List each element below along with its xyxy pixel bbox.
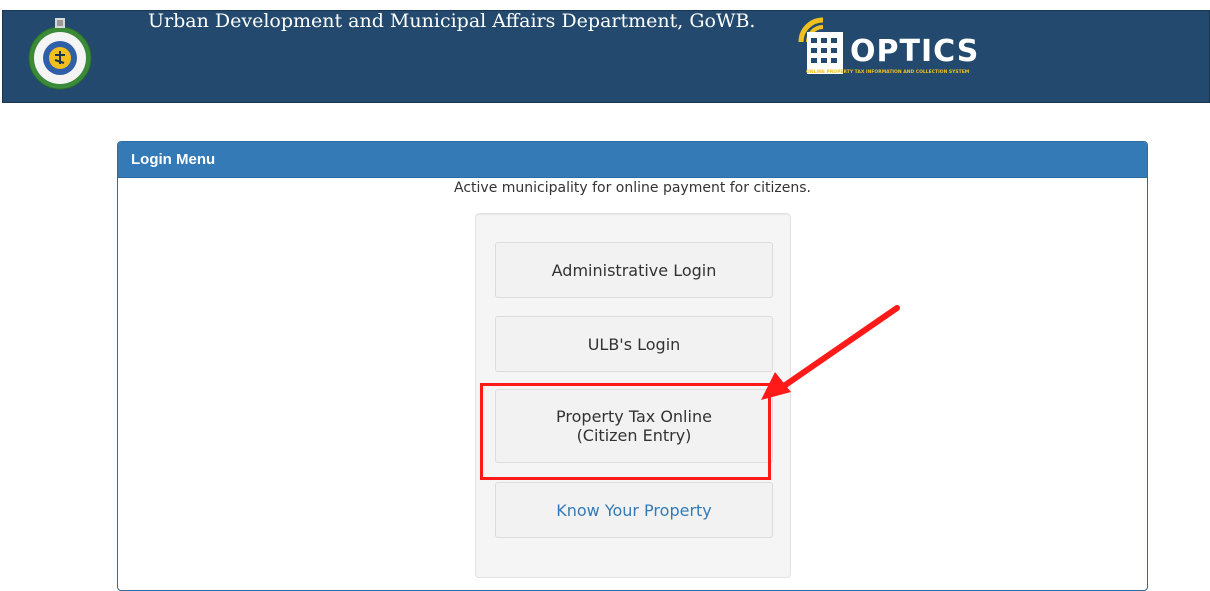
know-your-property-link[interactable]: Know Your Property (495, 482, 773, 538)
annotation-highlight-box (480, 383, 771, 480)
login-menu-panel: Login Menu Active municipality for onlin… (117, 141, 1148, 591)
button-label: Administrative Login (551, 260, 717, 280)
logo-wordmark: OPTICS (850, 34, 980, 69)
page-header: Urban Development and Municipal Affairs … (0, 0, 1210, 103)
administrative-login-button[interactable]: Administrative Login (495, 242, 773, 298)
ulb-login-button[interactable]: ULB's Login (495, 316, 773, 372)
logo-subtitle: ONLINE PROPERTY TAX INFORMATION AND COLL… (806, 70, 970, 75)
west-bengal-emblem-icon (28, 18, 92, 90)
panel-caption: Active municipality for online payment f… (454, 180, 811, 196)
button-label: ULB's Login (587, 334, 681, 354)
panel-heading: Login Menu (118, 142, 1147, 178)
red-arrow-icon (761, 305, 900, 400)
button-label: Know Your Property (556, 500, 712, 520)
department-title: Urban Development and Municipal Affairs … (148, 10, 756, 32)
